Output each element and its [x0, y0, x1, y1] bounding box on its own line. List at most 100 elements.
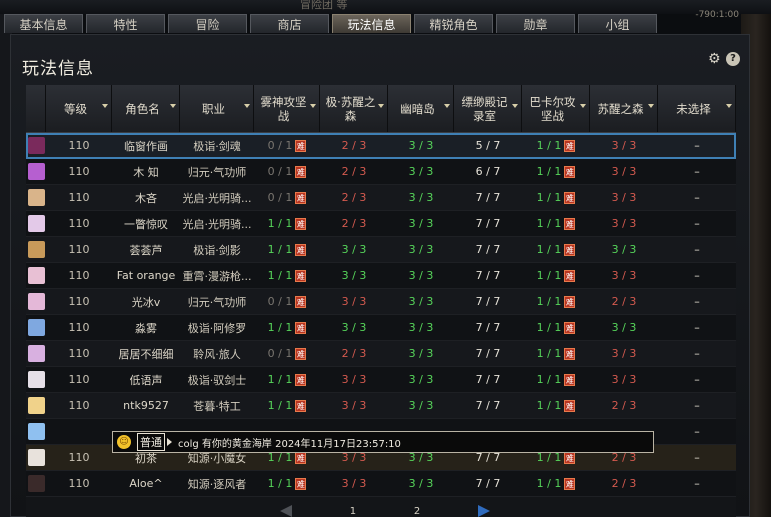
mist-god-cell-value: 1 / 1 [267, 477, 293, 490]
job-cell-value: 极诣·驭剑士 [187, 373, 247, 387]
job-cell: 极诣·阿修罗 [180, 315, 254, 341]
level-cell: 110 [46, 263, 112, 289]
table-row[interactable]: 110 木吝 光启·光明骑... 0 / 1难2 / 33 / 37 / 71 / 1… [26, 185, 736, 211]
tab-medals[interactable]: 勋章 [496, 14, 575, 33]
job-cell: 知源·逐风者 [180, 471, 254, 497]
extreme-forest-cell: 3 / 3 [320, 315, 388, 341]
mist-god-cell: 1 / 1难 [254, 237, 320, 263]
tab-gameplay-info[interactable]: 玩法信息 [332, 14, 411, 33]
header-awaken-forest[interactable]: 苏醒之森 [590, 85, 658, 132]
mist-god-cell: 0 / 1难 [254, 341, 320, 367]
dark-island-cell: 3 / 3 [388, 341, 454, 367]
bakal-cell-value: 1 / 1 [536, 191, 562, 204]
chat-message: colg 有你的黄金海岸 2024年11月17日23:57:10 [178, 438, 401, 450]
awaken-forest-cell-value: 3 / 3 [611, 269, 637, 282]
extreme-forest-cell-value: 3 / 3 [341, 399, 367, 412]
table-row[interactable]: 110 荟荟芦 极诣·剑影 1 / 1难3 / 33 / 37 / 71 / 1难3 … [26, 237, 736, 263]
name-cell-value: Aloe^ [129, 477, 163, 490]
dark-island-cell: 3 / 3 [388, 263, 454, 289]
page-number[interactable]: 2 [414, 506, 420, 517]
header-mist-god[interactable]: 雾神攻坚战 [254, 85, 320, 132]
extreme-forest-cell: 3 / 3 [320, 393, 388, 419]
avatar [27, 293, 45, 310]
help-icon[interactable]: ? [726, 52, 740, 66]
table-row[interactable]: 110 一瞥惊叹 光启·光明骑... 1 / 1难2 / 33 / 37 / 71 /… [26, 211, 736, 237]
tab-shop[interactable]: 商店 [250, 14, 329, 33]
unselected-cell: – [658, 471, 736, 497]
table-row[interactable]: 110 Fat orange 重霄·漫游枪... 1 / 1难3 / 33 / 37 … [26, 263, 736, 289]
table-row[interactable]: 110 居居不细细 聆风·旅人 0 / 1难2 / 33 / 37 / 71 / 1难… [26, 341, 736, 367]
mist-god-cell: 0 / 1难 [254, 185, 320, 211]
job-cell: 极诣·驭剑士 [180, 367, 254, 393]
dark-island-cell-value: 3 / 3 [408, 399, 434, 412]
extreme-forest-cell-value: 3 / 3 [341, 477, 367, 490]
bakal-cell: 1 / 1难 [522, 393, 590, 419]
table-row[interactable]: 110 临窗作画 极诣·剑魂 0 / 1难2 / 33 / 35 / 71 / 1难3… [26, 133, 736, 159]
bakal-cell: 1 / 1难 [522, 263, 590, 289]
mist-god-cell: 0 / 1难 [254, 159, 320, 185]
hard-mode-badge: 难 [564, 269, 576, 282]
mist-god-cell-value: 1 / 1 [267, 243, 293, 256]
prev-page-icon[interactable] [280, 505, 292, 517]
header-name[interactable]: 角色名 [112, 85, 180, 132]
awaken-forest-cell-value: 3 / 3 [611, 191, 637, 204]
mist-god-cell: 1 / 1难 [254, 471, 320, 497]
record-room-cell-value: 7 / 7 [475, 295, 501, 308]
tab-group[interactable]: 小组 [578, 14, 657, 33]
mist-god-cell-value: 0 / 1 [267, 165, 293, 178]
tab-traits[interactable]: 特性 [86, 14, 165, 33]
extreme-forest-cell: 2 / 3 [320, 185, 388, 211]
extreme-forest-cell-value: 3 / 3 [341, 321, 367, 334]
tab-adventure[interactable]: 冒险 [168, 14, 247, 33]
level-cell-value: 110 [68, 321, 90, 334]
header-extreme-awaken-forest[interactable]: 极·苏醒之森 [320, 85, 388, 132]
header-unselected[interactable]: 未选择 [658, 85, 736, 132]
level-cell-value: 110 [68, 139, 90, 152]
header-job-label: 职业 [202, 101, 225, 116]
level-cell: 110 [46, 133, 112, 159]
avatar [27, 397, 45, 414]
job-cell-value: 归元·气功师 [187, 295, 247, 309]
mist-god-cell-value: 0 / 1 [267, 295, 293, 308]
pagination: 1 2 [280, 505, 490, 517]
hard-mode-badge: 难 [295, 451, 307, 464]
table-row[interactable]: 110 木 知归元·气功师 0 / 1难2 / 33 / 36 / 71 / 1难3… [26, 159, 736, 185]
gear-icon[interactable]: ⚙ [708, 52, 722, 66]
header-dark-island[interactable]: 幽暗岛 [388, 85, 454, 132]
job-cell: 光启·光明骑... [180, 211, 254, 237]
table-row[interactable]: 110 淼雾 极诣·阿修罗 1 / 1难3 / 33 / 37 / 71 / 1难3 … [26, 315, 736, 341]
sort-arrow-icon [244, 104, 250, 108]
level-cell: 110 [46, 237, 112, 263]
header-job[interactable]: 职业 [180, 85, 254, 132]
avatar [27, 189, 45, 206]
level-cell: 110 [46, 159, 112, 185]
bakal-cell: 1 / 1难 [522, 237, 590, 263]
awaken-forest-cell: 3 / 3 [590, 367, 658, 393]
table-row[interactable]: 110 ntk9527 苍暮·特工 1 / 1难3 / 33 / 37 / 71 / … [26, 393, 736, 419]
header-bakal[interactable]: 巴卡尔攻坚战 [522, 85, 590, 132]
avatar [27, 215, 45, 232]
extreme-forest-cell-value: 2 / 3 [341, 347, 367, 360]
page-number[interactable]: 1 [350, 506, 356, 517]
header-record-room[interactable]: 缥缈殿记录室 [454, 85, 522, 132]
bakal-cell-value: 1 / 1 [536, 347, 562, 360]
table-row[interactable]: 110 光冰v 归元·气功师 0 / 1难3 / 33 / 37 / 71 / 1难2… [26, 289, 736, 315]
table-row[interactable]: 110 低语声 极诣·驭剑士 1 / 1难3 / 33 / 37 / 71 / 1难3… [26, 367, 736, 393]
window-frame-top [0, 0, 771, 14]
sort-arrow-icon [102, 104, 108, 108]
sort-arrow-icon [170, 104, 176, 108]
tab-elite-characters[interactable]: 精锐角色 [414, 14, 493, 33]
extreme-forest-cell: 2 / 3 [320, 211, 388, 237]
tab-basic-info[interactable]: 基本信息 [4, 14, 83, 33]
extreme-forest-cell-value: 3 / 3 [341, 373, 367, 386]
job-cell: 光启·光明骑... [180, 185, 254, 211]
next-page-icon[interactable] [478, 505, 490, 517]
mist-god-cell-value: 1 / 1 [267, 321, 293, 334]
job-cell: 极诣·剑影 [180, 237, 254, 263]
chat-tooltip: ☺ 普通 colg 有你的黄金海岸 2024年11月17日23:57:10 [112, 431, 654, 453]
table-row[interactable]: 110 Aloe^ 知源·逐风者 1 / 1难3 / 33 / 37 / 71 / 1… [26, 471, 736, 497]
level-cell: 110 [46, 471, 112, 497]
awaken-forest-cell-value: 2 / 3 [611, 295, 637, 308]
bakal-cell-value: 1 / 1 [536, 399, 562, 412]
header-level[interactable]: 等级 [46, 85, 112, 132]
